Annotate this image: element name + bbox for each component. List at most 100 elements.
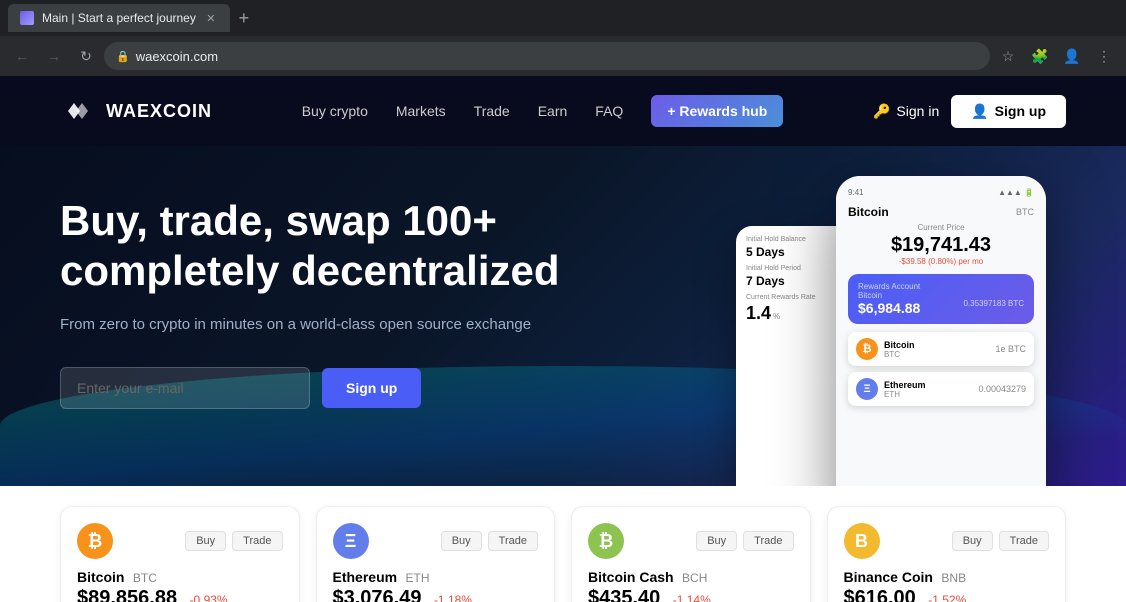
logo-icon [60, 93, 96, 129]
bch-price: $435.40 [588, 587, 660, 602]
website-content: WAEXCOIN Buy crypto Markets Trade Earn F… [0, 76, 1126, 602]
browser-nav: ← → ↻ 🔒 waexcoin.com ☆ 🧩 👤 ⋮ [0, 36, 1126, 76]
phone-time: 9:41 [848, 188, 864, 197]
new-tab-button[interactable]: + [230, 4, 258, 32]
phone-rewards-card: Rewards Account Bitcoin $6,984.88 0.3539… [848, 274, 1034, 324]
bnb-price-row: $616.00 -1.52% [844, 587, 1050, 602]
sign-up-button[interactable]: 👤 Sign up [951, 95, 1066, 128]
extensions-button[interactable]: 🧩 [1026, 42, 1054, 70]
reload-button[interactable]: ↻ [72, 42, 100, 70]
header-actions: 🔑 Sign in 👤 Sign up [873, 95, 1066, 128]
bnb-buy-button[interactable]: Buy [952, 531, 993, 551]
phone-price: $19,741.43 [848, 234, 1034, 257]
eth-price-row: $3,076.49 -1.18% [333, 587, 539, 602]
btc-mini-icon: ₿ [856, 338, 878, 360]
eth-card-header: Ξ Buy Trade [333, 523, 539, 559]
btc-trade-button[interactable]: Trade [232, 531, 282, 551]
rewards-amount: $6,984.88 [858, 300, 920, 316]
rewards-btc-amount: 0.35397183 BTC [964, 299, 1025, 308]
eth-trade-button[interactable]: Trade [488, 531, 538, 551]
eth-buy-button[interactable]: Buy [441, 531, 482, 551]
menu-button[interactable]: ⋮ [1090, 42, 1118, 70]
phone-price-change: -$39.58 (0.80%) per mo [848, 257, 1034, 266]
bch-card-actions: Buy Trade [696, 531, 793, 551]
bch-card-header: ₿ Buy Trade [588, 523, 794, 559]
bnb-price: $616.00 [844, 587, 916, 602]
phone-signals: ▲▲▲ 🔋 [998, 188, 1034, 197]
email-input[interactable] [60, 367, 310, 409]
main-nav: Buy crypto Markets Trade Earn FAQ + Rewa… [302, 95, 784, 127]
secure-icon: 🔒 [116, 50, 130, 63]
nav-buy-crypto[interactable]: Buy crypto [302, 103, 368, 119]
phone-btc-card: ₿ Bitcoin BTC 1e BTC [848, 332, 1034, 366]
bnb-change: -1.52% [928, 593, 966, 602]
nav-trade[interactable]: Trade [474, 103, 510, 119]
btc-price-row: $89,856.88 -0.93% [77, 587, 283, 602]
btc-buy-button[interactable]: Buy [185, 531, 226, 551]
forward-button[interactable]: → [40, 42, 68, 70]
btc-mini-symbol: BTC [884, 350, 989, 359]
bch-change: -1.14% [673, 593, 711, 602]
browser-chrome: Main | Start a perfect journey ✕ + [0, 0, 1126, 36]
btc-card-header: ₿ Buy Trade [77, 523, 283, 559]
phone-coin-name: Bitcoin [848, 205, 889, 219]
nav-earn[interactable]: Earn [538, 103, 568, 119]
crypto-section: ₿ Buy Trade Bitcoin BTC $89,856.88 -0.93… [0, 486, 1126, 602]
hero-section: Buy, trade, swap 100+ completely decentr… [0, 146, 1126, 486]
tab-close-button[interactable]: ✕ [204, 11, 218, 25]
bnb-trade-button[interactable]: Trade [999, 531, 1049, 551]
bnb-card-name-row: Binance Coin BNB [844, 569, 1050, 587]
btc-mini-info: Bitcoin BTC [884, 340, 989, 359]
btc-card-actions: Buy Trade [185, 531, 282, 551]
bch-buy-button[interactable]: Buy [696, 531, 737, 551]
phone-coin-symbol: BTC [1016, 207, 1034, 217]
btc-price: $89,856.88 [77, 587, 177, 602]
phone-main: 9:41 ▲▲▲ 🔋 Bitcoin BTC Current Price $19… [836, 176, 1046, 486]
eth-mini-info: Ethereum ETH [884, 380, 972, 399]
nav-markets[interactable]: Markets [396, 103, 446, 119]
logo[interactable]: WAEXCOIN [60, 93, 212, 129]
overlay-rate-value: 1.4 [746, 303, 771, 324]
sign-in-icon: 🔑 [873, 103, 890, 120]
hero-content: Buy, trade, swap 100+ completely decentr… [60, 196, 560, 409]
sign-up-label: Sign up [995, 103, 1046, 119]
cta-signup-button[interactable]: Sign up [322, 368, 421, 408]
eth-price: $3,076.49 [333, 587, 422, 602]
bch-card-name-row: Bitcoin Cash BCH [588, 569, 794, 587]
phone-screen: 9:41 ▲▲▲ 🔋 Bitcoin BTC Current Price $19… [836, 176, 1046, 486]
btc-mini-name: Bitcoin [884, 340, 989, 350]
eth-card-actions: Buy Trade [441, 531, 538, 551]
phone-status-bar: 9:41 ▲▲▲ 🔋 [848, 188, 1034, 197]
eth-name: Ethereum [333, 569, 398, 585]
user-icon: 👤 [971, 103, 988, 120]
eth-mini-name: Ethereum [884, 380, 972, 390]
eth-mini-symbol: ETH [884, 390, 972, 399]
hero-subtitle: From zero to crypto in minutes on a worl… [60, 313, 560, 337]
btc-card-name-row: Bitcoin BTC [77, 569, 283, 587]
nav-actions: ☆ 🧩 👤 ⋮ [994, 42, 1118, 70]
btc-change: -0.93% [190, 593, 228, 602]
sign-in-button[interactable]: 🔑 Sign in [873, 103, 939, 120]
address-bar[interactable]: 🔒 waexcoin.com [104, 42, 990, 70]
rewards-coin-name: Bitcoin [858, 291, 920, 300]
crypto-grid: ₿ Buy Trade Bitcoin BTC $89,856.88 -0.93… [60, 506, 1066, 602]
bnb-card-icon: B [844, 523, 880, 559]
url-text: waexcoin.com [136, 49, 218, 64]
btc-mini-value: 1e BTC [995, 344, 1026, 354]
bch-price-row: $435.40 -1.14% [588, 587, 794, 602]
active-tab[interactable]: Main | Start a perfect journey ✕ [8, 4, 230, 32]
phone-eth-card: Ξ Ethereum ETH 0.00043279 [848, 372, 1034, 406]
eth-card-name-row: Ethereum ETH [333, 569, 539, 587]
tab-title: Main | Start a perfect journey [42, 11, 196, 25]
nav-faq[interactable]: FAQ [595, 103, 623, 119]
bch-card-icon: ₿ [588, 523, 624, 559]
profile-button[interactable]: 👤 [1058, 42, 1086, 70]
eth-mini-value: 0.00043279 [978, 384, 1026, 394]
crypto-card-bnb: B Buy Trade Binance Coin BNB $616.00 -1.… [827, 506, 1067, 602]
btc-symbol: BTC [133, 571, 157, 585]
back-button[interactable]: ← [8, 42, 36, 70]
bch-trade-button[interactable]: Trade [743, 531, 793, 551]
rewards-hub-button[interactable]: + Rewards hub [651, 95, 783, 127]
bnb-name: Binance Coin [844, 569, 933, 585]
bookmark-button[interactable]: ☆ [994, 42, 1022, 70]
